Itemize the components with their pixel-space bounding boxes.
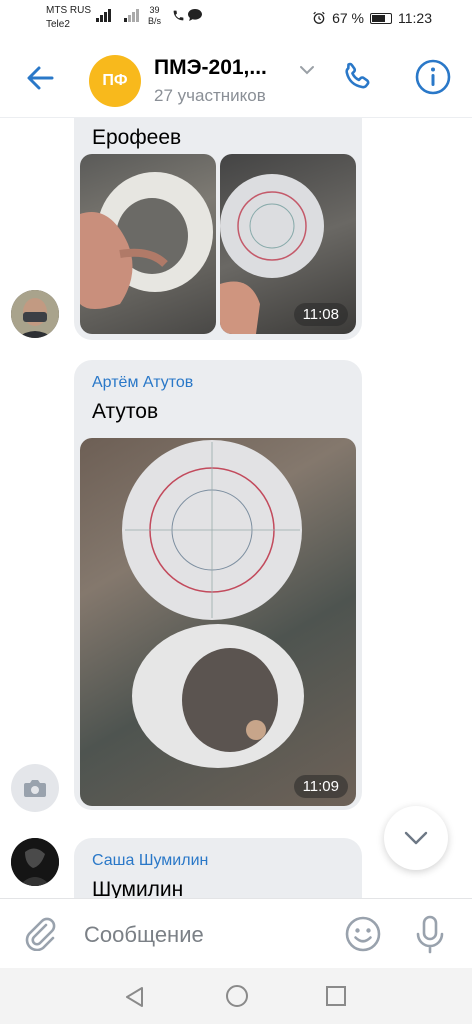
status-right: 67 % 11:23: [312, 10, 432, 26]
photo-icon: [122, 440, 304, 768]
status-bar: MTS RUS Tele2 39 B/s 67 % 11:23: [0, 0, 472, 38]
message-bubble: Артём Атутов Атутов 11:09: [74, 360, 362, 810]
phone-icon[interactable]: [338, 58, 376, 96]
carrier-primary: MTS RUS: [46, 5, 91, 16]
paperclip-icon[interactable]: [22, 915, 58, 951]
photo-attachment[interactable]: [80, 154, 216, 334]
avatar[interactable]: [11, 838, 59, 886]
battery-percent: 67 %: [332, 10, 364, 26]
chat-title[interactable]: ПМЭ-201,...: [154, 56, 267, 80]
camera-icon: [24, 780, 46, 797]
message-input-bar: [0, 898, 472, 968]
user-avatar-icon: [11, 290, 59, 338]
photo-icon: [80, 172, 213, 309]
call-status-icon: [173, 10, 184, 21]
sender-name[interactable]: Артём Атутов: [92, 374, 193, 392]
battery-level: [372, 14, 386, 22]
message-list[interactable]: Ерофеев 11:08 Артём Атутов Атутов 11:09 …: [0, 118, 472, 898]
chevron-down-icon[interactable]: [299, 65, 315, 75]
photo-attachment[interactable]: 11:08: [220, 154, 356, 334]
speed-value: 39: [149, 5, 160, 15]
triangle-back-icon[interactable]: [122, 984, 148, 1010]
chat-avatar[interactable]: ПФ: [89, 55, 141, 107]
clock: 11:23: [398, 10, 432, 26]
message-time: 11:08: [293, 303, 348, 326]
speed-unit: B/s: [148, 16, 162, 26]
info-icon[interactable]: [414, 58, 452, 96]
microphone-icon[interactable]: [413, 914, 447, 954]
message-text: Ерофеев: [92, 126, 182, 149]
carrier-secondary: Tele2: [46, 19, 70, 30]
message-bubble: Саша Шумилин Шумилин: [74, 838, 362, 898]
member-count: 27 участников: [154, 86, 266, 105]
signal-icon: [124, 9, 139, 22]
battery-icon: [370, 12, 392, 24]
square-recent-icon[interactable]: [324, 984, 348, 1008]
signal-icon: [96, 9, 111, 22]
message-bubble: Ерофеев 11:08: [74, 118, 362, 340]
network-speed: 39 B/s: [148, 5, 161, 27]
alarm-icon: [313, 11, 325, 24]
chevron-down-icon: [404, 831, 428, 845]
message-text: Атутов: [92, 400, 159, 423]
arrow-left-icon[interactable]: [22, 60, 58, 96]
scroll-down-button[interactable]: [384, 806, 448, 870]
system-nav-bar: [0, 968, 472, 1024]
circle-home-icon[interactable]: [224, 983, 250, 1009]
chat-bubble-icon: [188, 9, 202, 21]
camera-button[interactable]: [11, 764, 59, 812]
chat-header: ПФ ПМЭ-201,... 27 участников: [0, 38, 472, 118]
message-input[interactable]: [84, 919, 324, 951]
carrier-info: MTS RUS Tele2: [46, 4, 91, 32]
avatar[interactable]: [11, 290, 59, 338]
user-avatar-icon: [11, 838, 59, 886]
message-text: Шумилин: [92, 878, 184, 898]
sender-name[interactable]: Саша Шумилин: [92, 852, 208, 870]
smile-icon[interactable]: [344, 915, 382, 953]
message-time: 11:09: [293, 775, 348, 798]
photo-attachment[interactable]: 11:09: [80, 438, 356, 806]
